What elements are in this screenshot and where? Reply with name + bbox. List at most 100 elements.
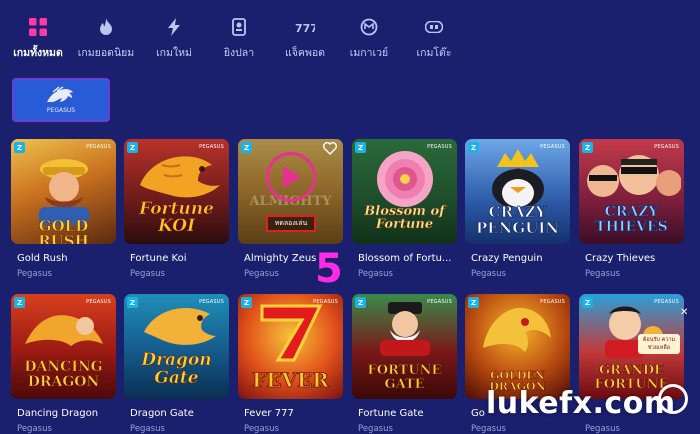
game-card-dancing-dragon[interactable]: DANCING DRAGON Z PEGASUS Dancing Dragon …: [11, 294, 116, 434]
demo-play-button[interactable]: ทดลองเล่น: [266, 215, 316, 232]
pegasus-thumb-logo: PEGASUS: [313, 299, 338, 305]
pegasus-thumb-logo: PEGASUS: [86, 144, 111, 150]
nav-item-new-games[interactable]: เกมใหม่: [138, 16, 210, 61]
game-card-crazy-thieves[interactable]: CRAZY THIEVES Z PEGASUS Crazy Thieves Pe…: [579, 139, 684, 279]
lucky-seven-illustration: [260, 304, 323, 362]
nav-item-table-games[interactable]: เกมโต๊ะ: [398, 16, 470, 61]
game-provider: Pegasus: [471, 424, 506, 434]
flame-icon: [95, 16, 117, 38]
game-provider: Pegasus: [358, 269, 393, 279]
nav-label: เกมยอดนิยม: [77, 47, 135, 59]
game-title[interactable]: Dragon Gate: [130, 408, 230, 419]
game-provider: Pegasus: [130, 269, 165, 279]
game-title[interactable]: Blossom of Fortu...: [358, 253, 458, 264]
game-thumbnail[interactable]: ต้อนรับ ความช่วยเหลือ GRANDE FORTUNE Z P…: [579, 294, 684, 399]
play-icon: [283, 166, 301, 188]
pegasus-thumb-logo: PEGASUS: [199, 144, 224, 150]
game-thumbnail[interactable]: CRAZY THIEVES Z PEGASUS: [579, 139, 684, 244]
provider-filter-pegasus[interactable]: PEGASUS: [12, 78, 110, 122]
fortune-god-illustration: [380, 302, 430, 356]
pegasus-thumb-logo: PEGASUS: [540, 299, 565, 305]
game-card-grande-fortune[interactable]: ต้อนรับ ความช่วยเหลือ GRANDE FORTUNE Z P…: [579, 294, 684, 434]
game-title[interactable]: Fortune Gate: [358, 408, 458, 419]
tag-badge: Z: [241, 297, 252, 308]
game-provider: Pegasus: [585, 269, 620, 279]
game-thumbnail[interactable]: GOLD RUSH Z PEGASUS: [11, 139, 116, 244]
game-thumbnail[interactable]: Fortune KOI Z PEGASUS: [124, 139, 229, 244]
game-thumbnail[interactable]: Dragon Gate Z PEGASUS: [124, 294, 229, 399]
game-thumbnail[interactable]: DANCING DRAGON Z PEGASUS: [11, 294, 116, 399]
game-art-title: Blossom of Fortune: [364, 204, 445, 232]
game-provider: Pegasus: [244, 269, 279, 279]
game-thumbnail[interactable]: GOLDEN DRAGON Z PEGASUS: [465, 294, 570, 399]
play-button[interactable]: [266, 152, 316, 202]
pegasus-thumb-logo: PEGASUS: [540, 144, 565, 150]
game-card-fortune-gate[interactable]: FORTUNE GATE Z PEGASUS Fortune Gate Pega…: [352, 294, 457, 434]
table-game-icon: [423, 16, 445, 38]
megaways-icon: [358, 16, 380, 38]
game-card-crazy-penguin[interactable]: CRAZY PENGUIN Z PEGASUS Crazy Penguin Pe…: [465, 139, 570, 279]
game-title[interactable]: Crazy Penguin: [471, 253, 571, 264]
dragon-dancer-illustration: [25, 315, 103, 346]
game-art-title: Dragon Gate: [141, 350, 212, 388]
nav-item-jackpot[interactable]: 777 แจ็คพอต: [269, 16, 341, 61]
step-marker: 5: [315, 246, 343, 292]
tag-badge: Z: [127, 297, 138, 308]
tag-badge: Z: [355, 142, 366, 153]
game-title[interactable]: Crazy Thieves: [585, 253, 685, 264]
close-icon[interactable]: ✕: [680, 307, 688, 318]
nav-item-all-games[interactable]: เกมทั้งหมด: [2, 16, 74, 61]
miner-illustration: [39, 159, 89, 225]
game-provider: Pegasus: [358, 424, 393, 434]
nav-label: เมกาเวย์: [349, 47, 389, 59]
pegasus-logo-icon: [47, 86, 73, 102]
peony-flower-illustration: [377, 151, 433, 207]
game-art-title: FORTUNE GATE: [367, 363, 442, 392]
watermark-text: lukefx.com: [486, 386, 676, 421]
penguin-illustration: [492, 149, 544, 207]
nav-label: เกมทั้งหมด: [13, 47, 63, 59]
game-provider: Pegasus: [17, 269, 52, 279]
game-title[interactable]: Dancing Dragon: [17, 408, 117, 419]
game-art-title: GOLD RUSH: [38, 217, 89, 244]
nav-label: เกมโต๊ะ: [416, 47, 452, 59]
pegasus-thumb-logo: PEGASUS: [199, 299, 224, 305]
game-thumbnail[interactable]: FEVER Z PEGASUS: [238, 294, 343, 399]
golden-carp-illustration: [144, 308, 216, 345]
game-thumbnail[interactable]: Blossom of Fortune Z PEGASUS: [352, 139, 457, 244]
nav-label: เกมใหม่: [156, 47, 192, 59]
nav-item-fishing[interactable]: ยิงปลา: [203, 16, 275, 61]
game-card-blossom-of-fortune[interactable]: Blossom of Fortune Z PEGASUS Blossom of …: [352, 139, 457, 279]
nav-item-popular[interactable]: เกมยอดนิยม: [70, 16, 142, 61]
game-title[interactable]: Fortune Koi: [130, 253, 230, 264]
pegasus-thumb-logo: PEGASUS: [427, 144, 452, 150]
game-thumbnail[interactable]: FORTUNE GATE Z PEGASUS: [352, 294, 457, 399]
game-card-gold-rush[interactable]: GOLD RUSH Z PEGASUS Gold Rush Pegasus: [11, 139, 116, 279]
nav-item-megaways[interactable]: เมกาเวย์: [333, 16, 405, 61]
game-thumbnail[interactable]: CRAZY PENGUIN Z PEGASUS: [465, 139, 570, 244]
tag-badge: Z: [582, 297, 593, 308]
favorite-heart-icon[interactable]: [323, 142, 337, 155]
game-title[interactable]: Fever 777: [244, 408, 344, 419]
game-thumbnail[interactable]: ALMIGHTY ทดลองเล่น Z: [238, 139, 343, 244]
category-nav: เกมทั้งหมด เกมยอดนิยม เกมใหม่ ยิงปลา 777…: [0, 0, 700, 70]
tag-badge: Z: [127, 142, 138, 153]
game-card-fortune-koi[interactable]: Fortune KOI Z PEGASUS Fortune Koi Pegasu…: [124, 139, 229, 279]
game-provider: Pegasus: [585, 424, 620, 434]
game-provider: Pegasus: [244, 424, 279, 434]
game-card-almighty-zeus[interactable]: ALMIGHTY ทดลองเล่น Z Almighty Zeus Pegas…: [238, 139, 343, 279]
game-card-fever-777[interactable]: FEVER Z PEGASUS Fever 777 Pegasus: [238, 294, 343, 434]
pegasus-thumb-logo: PEGASUS: [427, 299, 452, 305]
lightning-icon: [163, 16, 185, 38]
pegasus-thumb-logo: PEGASUS: [86, 299, 111, 305]
game-title[interactable]: Gold Rush: [17, 253, 117, 264]
slot-777-icon: 777: [294, 16, 316, 38]
game-card-dragon-gate[interactable]: Dragon Gate Z PEGASUS Dragon Gate Pegasu…: [124, 294, 229, 434]
game-card-golden-dragon[interactable]: GOLDEN DRAGON Z PEGASUS Go Pegasus: [465, 294, 570, 434]
tag-badge: Z: [14, 142, 25, 153]
promo-sticker: ต้อนรับ ความช่วยเหลือ: [638, 334, 680, 354]
game-provider: Pegasus: [471, 269, 506, 279]
game-art-title: CRAZY THIEVES: [595, 204, 668, 235]
game-art-title: FEVER: [252, 368, 330, 392]
thieves-illustration: [587, 155, 681, 197]
